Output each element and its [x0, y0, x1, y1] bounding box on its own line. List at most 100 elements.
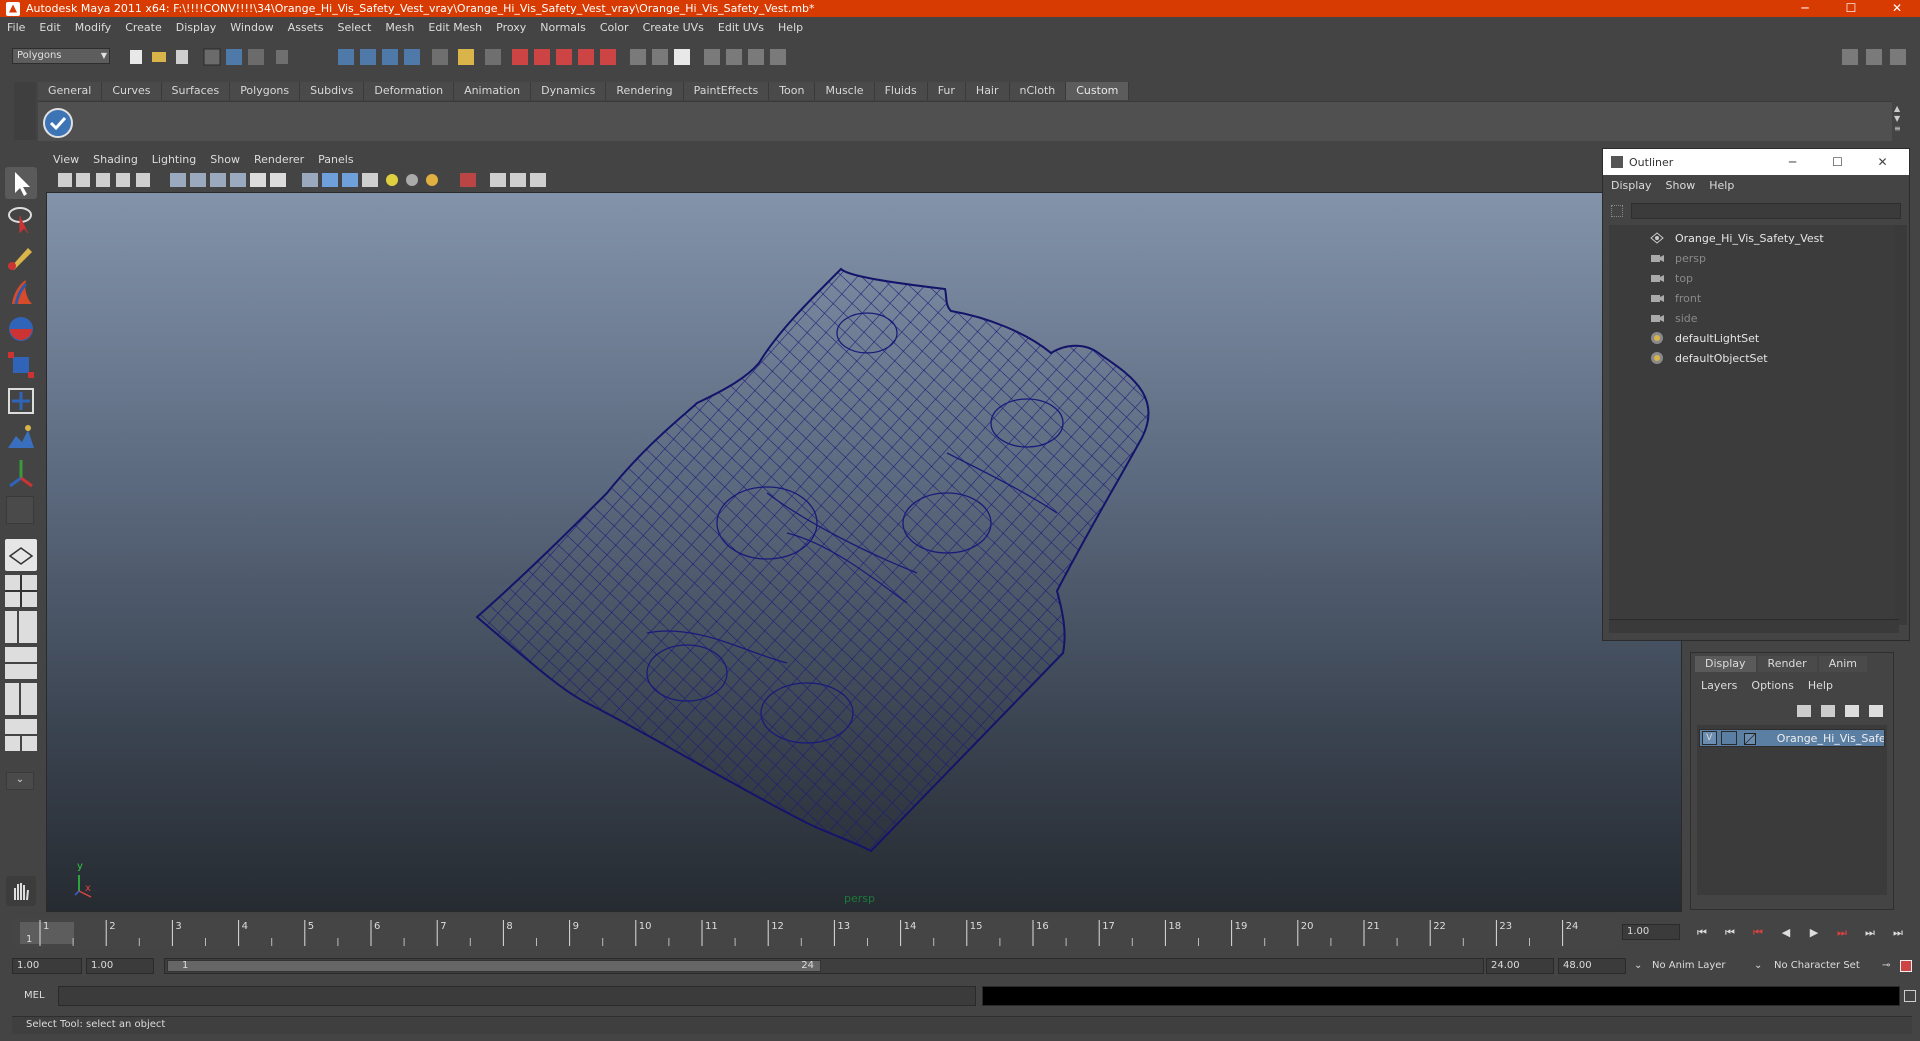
tab-custom[interactable]: Custom	[1066, 82, 1130, 100]
time-slider-track[interactable]: 11 2 3 4 5 6 7 8 9 10 11 12 13 14 15 16 17 18 19 20 21 22 23 24	[12, 918, 1620, 948]
menu-mesh[interactable]: Mesh	[378, 20, 421, 36]
menu-create-uvs[interactable]: Create UVs	[636, 20, 711, 36]
command-input[interactable]	[58, 986, 976, 1006]
layer-action-icons[interactable]	[1791, 701, 1891, 721]
menu-set-dropdown[interactable]: Polygons ▼	[12, 48, 110, 64]
tab-fluids[interactable]: Fluids	[874, 82, 928, 100]
universal-manipulator-icon[interactable]	[4, 384, 38, 418]
outliner-item-side[interactable]: side	[1649, 309, 1698, 327]
outliner-menu-help[interactable]: Help	[1709, 179, 1734, 193]
checkmark-shelf-icon[interactable]	[42, 107, 74, 139]
tab-ncloth[interactable]: nCloth	[1009, 82, 1067, 100]
menu-file[interactable]: File	[0, 20, 32, 36]
menu-window[interactable]: Window	[223, 20, 280, 36]
tab-animation[interactable]: Animation	[454, 82, 532, 100]
chevron-down-icon[interactable]: ⌄	[1754, 958, 1762, 974]
menu-modify[interactable]: Modify	[68, 20, 118, 36]
play-backwards-button[interactable]: ◀	[1772, 924, 1800, 942]
persp-outliner-layout-icon[interactable]	[4, 610, 38, 644]
menu-proxy[interactable]: Proxy	[489, 20, 533, 36]
command-language-label[interactable]: MEL	[24, 988, 45, 1004]
menu-assets[interactable]: Assets	[281, 20, 331, 36]
tab-display-layers[interactable]: Display	[1695, 656, 1756, 672]
viewport-icon-bar[interactable]	[46, 170, 1681, 192]
vp-menu-lighting[interactable]: Lighting	[145, 152, 203, 168]
close-button[interactable]: ✕	[1874, 0, 1920, 17]
vp-menu-show[interactable]: Show	[203, 152, 247, 168]
filter-icon[interactable]	[1611, 205, 1623, 217]
tab-hair[interactable]: Hair	[965, 82, 1010, 100]
tab-painteffects[interactable]: PaintEffects	[683, 82, 770, 100]
menu-color[interactable]: Color	[593, 20, 636, 36]
persp-uv-layout-icon[interactable]	[4, 718, 38, 752]
menu-help[interactable]: Help	[771, 20, 810, 36]
outliner-maximize-button[interactable]: ☐	[1815, 149, 1860, 175]
outliner-item-top[interactable]: top	[1649, 269, 1693, 287]
minimize-button[interactable]: ─	[1782, 0, 1828, 17]
menu-edit-mesh[interactable]: Edit Mesh	[421, 20, 489, 36]
outliner-horizontal-scrollbar[interactable]	[1609, 619, 1899, 633]
soft-modification-icon[interactable]	[4, 420, 38, 454]
last-tool-slot[interactable]	[6, 496, 34, 524]
select-tool-icon[interactable]	[4, 166, 38, 200]
shelf-scroll-arrows[interactable]: ▲ ▼ ≡	[1894, 104, 1908, 140]
outliner-search-input[interactable]	[1631, 203, 1901, 219]
outliner-close-button[interactable]: ✕	[1860, 149, 1905, 175]
playback-end-field[interactable]: 24.00	[1486, 958, 1554, 974]
scale-tool-icon[interactable]	[4, 348, 38, 382]
persp-graph-layout-icon[interactable]	[4, 646, 38, 680]
maximize-button[interactable]: ☐	[1828, 0, 1874, 17]
layer-color-swatch[interactable]	[1744, 733, 1756, 745]
time-slider[interactable]: 1 1 2 3 4 5 6 7 8 9 10 11 12 13 14 15 16 17 18 19 20 21 22 23 24	[12, 918, 1620, 948]
tab-dynamics[interactable]: Dynamics	[531, 82, 607, 100]
current-frame-field[interactable]: 1.00	[1622, 924, 1680, 940]
tab-deformation[interactable]: Deformation	[364, 82, 455, 100]
tab-surfaces[interactable]: Surfaces	[161, 82, 231, 100]
outliner-minimize-button[interactable]: ─	[1770, 149, 1815, 175]
layout-options-button[interactable]: ⌄	[6, 772, 34, 790]
range-slider-handle[interactable]: 1 24	[167, 960, 821, 972]
menu-edit-uvs[interactable]: Edit UVs	[711, 20, 771, 36]
menu-normals[interactable]: Normals	[533, 20, 593, 36]
go-to-end-button[interactable]: ⏭	[1884, 924, 1912, 942]
move-tool-icon[interactable]	[4, 276, 38, 310]
menu-edit[interactable]: Edit	[32, 20, 67, 36]
paint-select-tool-icon[interactable]	[4, 240, 38, 274]
rotate-tool-icon[interactable]	[4, 312, 38, 346]
menu-display[interactable]: Display	[169, 20, 224, 36]
vp-menu-renderer[interactable]: Renderer	[247, 152, 311, 168]
vp-menu-panels[interactable]: Panels	[311, 152, 360, 168]
shelf-menu-handle[interactable]	[14, 82, 36, 140]
go-to-start-button[interactable]: ⏮	[1688, 924, 1716, 942]
outliner-menu-display[interactable]: Display	[1611, 179, 1652, 193]
tab-curves[interactable]: Curves	[102, 82, 162, 100]
vp-menu-view[interactable]: View	[46, 152, 86, 168]
layer-row[interactable]: V Orange_Hi_Vis_Safety_V	[1699, 729, 1885, 747]
menu-select[interactable]: Select	[330, 20, 378, 36]
safety-vest-wireframe-mesh[interactable]	[47, 193, 1682, 912]
chevron-down-icon[interactable]: ⌄	[1634, 958, 1642, 974]
playback-start-field[interactable]: 1.00	[86, 958, 154, 974]
outliner-vertical-scrollbar[interactable]	[1895, 225, 1907, 625]
tab-render-layers[interactable]: Render	[1757, 656, 1817, 672]
panel-toggle-icons[interactable]	[1836, 46, 1916, 68]
vp-menu-shading[interactable]: Shading	[86, 152, 145, 168]
animation-end-field[interactable]: 48.00	[1558, 958, 1626, 974]
outliner-title-bar[interactable]: Outliner ─ ☐ ✕	[1603, 149, 1909, 175]
layer-playback-toggle[interactable]	[1720, 731, 1737, 745]
step-forward-key-button[interactable]: ⏭	[1856, 924, 1884, 942]
outliner-item-vest[interactable]: Orange_Hi_Vis_Safety_Vest	[1649, 229, 1824, 247]
lasso-tool-icon[interactable]	[4, 202, 38, 236]
single-perspective-layout-icon[interactable]	[4, 538, 38, 572]
outliner-item-default-light-set[interactable]: defaultLightSet	[1649, 329, 1759, 347]
anim-layer-dropdown[interactable]: No Anim Layer	[1652, 958, 1752, 974]
animation-start-field[interactable]: 1.00	[12, 958, 82, 974]
hypershade-layout-icon[interactable]	[4, 682, 38, 716]
outliner-item-persp[interactable]: persp	[1649, 249, 1706, 267]
tab-toon[interactable]: Toon	[769, 82, 816, 100]
menu-create[interactable]: Create	[118, 20, 169, 36]
preferences-icon[interactable]	[1900, 960, 1912, 972]
four-view-layout-icon[interactable]	[4, 574, 38, 608]
tab-polygons[interactable]: Polygons	[230, 82, 301, 100]
tab-fur[interactable]: Fur	[927, 82, 966, 100]
